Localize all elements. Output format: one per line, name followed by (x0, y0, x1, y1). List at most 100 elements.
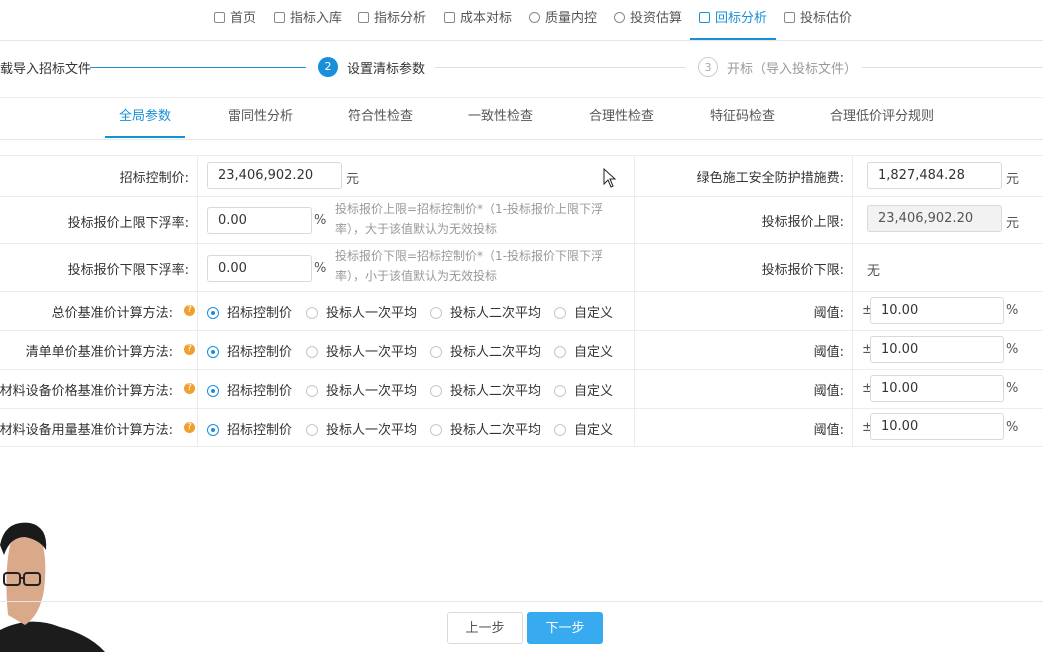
nav-item-quality-control[interactable]: 质量内控 (529, 0, 597, 40)
download-icon (274, 12, 285, 23)
upper-limit-label: 投标报价上限: (761, 215, 844, 230)
help-icon[interactable]: ? (184, 305, 195, 316)
method-label: 清单单价基准价计算方法: (25, 345, 173, 360)
radio-checked-icon (207, 307, 219, 319)
threshold-label: 阈值: (813, 384, 844, 399)
radio-label: 投标人二次平均 (450, 306, 542, 321)
step-connector-pending (862, 67, 1043, 68)
radio-custom[interactable]: 自定义 (554, 341, 613, 360)
column-divider (852, 155, 853, 446)
radio-checked-icon (207, 424, 219, 436)
step-1-label: 载导入招标文件 (0, 62, 92, 77)
row-divider (0, 446, 1043, 447)
next-step-button[interactable]: 下一步 (527, 612, 603, 644)
nav-item-label: 质量内控 (545, 11, 598, 26)
threshold-label: 阈值: (813, 423, 844, 438)
radio-control-price[interactable]: 招标控制价 (207, 419, 292, 438)
radio-first-average[interactable]: 投标人一次平均 (306, 341, 417, 360)
radio-first-average[interactable]: 投标人一次平均 (306, 302, 417, 321)
grid-icon (444, 12, 455, 23)
threshold-unit: % (1006, 381, 1019, 396)
threshold-input[interactable]: 10.00 (870, 413, 1004, 440)
radio-first-average[interactable]: 投标人一次平均 (306, 419, 417, 438)
radio-control-price[interactable]: 招标控制价 (207, 380, 292, 399)
nav-item-label: 成本对标 (460, 11, 513, 26)
tab-compliance-check[interactable]: 符合性检查 (348, 98, 413, 138)
threshold-label: 阈值: (813, 306, 844, 321)
top-navigation: 首页 指标入库 指标分析 成本对标 质量内控 投资估算 回标分析 投标估价 (0, 0, 1043, 41)
nav-item-label: 首页 (230, 11, 257, 26)
radio-custom[interactable]: 自定义 (554, 302, 613, 321)
control-price-input[interactable]: 23,406,902.20 (207, 162, 342, 189)
radio-second-average[interactable]: 投标人二次平均 (430, 380, 541, 399)
lower-float-unit: % (314, 261, 327, 276)
tab-rationality-check[interactable]: 合理性检查 (589, 98, 654, 138)
tab-signature-check[interactable]: 特征码检查 (710, 98, 775, 138)
nav-item-index-analysis[interactable]: 指标分析 (358, 0, 426, 40)
radio-checked-icon (207, 346, 219, 358)
radio-label: 投标人二次平均 (450, 384, 542, 399)
radio-label: 招标控制价 (227, 306, 293, 321)
nav-item-cost-benchmark[interactable]: 成本对标 (444, 0, 512, 40)
method-label: 材料设备用量基准价计算方法: (0, 423, 173, 438)
nav-item-investment-estimate[interactable]: 投资估算 (614, 0, 682, 40)
upper-limit-field: 23,406,902.20 (867, 205, 1002, 232)
radio-first-average[interactable]: 投标人一次平均 (306, 380, 417, 399)
lower-float-label: 投标报价下限下浮率: (67, 263, 189, 278)
tab-low-price-scoring[interactable]: 合理低价评分规则 (830, 98, 934, 138)
step-3-circle: 3 (698, 57, 718, 77)
step-3-label: 开标（导入投标文件） (727, 62, 858, 77)
radio-label: 投标人一次平均 (326, 306, 418, 321)
nav-item-index-import[interactable]: 指标入库 (274, 0, 342, 40)
nav-item-label: 投标估价 (800, 11, 853, 26)
nav-item-bid-analysis[interactable]: 回标分析 (690, 0, 777, 40)
nav-item-bid-valuation[interactable]: 投标估价 (784, 0, 852, 40)
row-divider (0, 291, 1043, 292)
radio-unchecked-icon (430, 385, 442, 397)
radio-label: 自定义 (574, 306, 614, 321)
radio-label: 投标人一次平均 (326, 384, 418, 399)
row-divider (0, 243, 1043, 244)
tab-similarity-analysis[interactable]: 雷同性分析 (228, 98, 293, 138)
tab-global-params[interactable]: 全局参数 (105, 98, 186, 138)
green-fee-label: 绿色施工安全防护措施费: (696, 171, 844, 186)
tab-consistency-check[interactable]: 一致性检查 (468, 98, 533, 138)
green-fee-input[interactable]: 1,827,484.28 (867, 162, 1002, 189)
lower-limit-hint: 投标报价下限=招标控制价*（1-投标报价下限下浮 率），小于该值默认为无效投标 (335, 246, 603, 286)
nav-item-home[interactable]: 首页 (214, 0, 256, 40)
lower-float-input[interactable]: 0.00 (207, 255, 312, 282)
search-icon (529, 12, 540, 23)
radio-second-average[interactable]: 投标人二次平均 (430, 419, 541, 438)
radio-control-price[interactable]: 招标控制价 (207, 341, 292, 360)
row-divider (0, 330, 1043, 331)
radio-label: 招标控制价 (227, 384, 293, 399)
radio-custom[interactable]: 自定义 (554, 380, 613, 399)
help-icon[interactable]: ? (184, 344, 195, 355)
radio-unchecked-icon (306, 307, 318, 319)
webcam-presenter-image (0, 515, 105, 652)
lower-hint-line1: 投标报价下限=招标控制价*（1-投标报价下限下浮 (335, 249, 604, 263)
threshold-input[interactable]: 10.00 (870, 375, 1004, 402)
row-divider (0, 369, 1043, 370)
upper-float-label: 投标报价上限下浮率: (67, 216, 189, 231)
help-icon[interactable]: ? (184, 383, 195, 394)
radio-unchecked-icon (306, 385, 318, 397)
radio-control-price[interactable]: 招标控制价 (207, 302, 292, 321)
threshold-unit: % (1006, 342, 1019, 357)
radio-second-average[interactable]: 投标人二次平均 (430, 302, 541, 321)
threshold-unit: % (1006, 303, 1019, 318)
previous-step-button[interactable]: 上一步 (447, 612, 523, 644)
green-fee-unit: 元 (1006, 172, 1020, 187)
threshold-input[interactable]: 10.00 (870, 297, 1004, 324)
upper-hint-line1: 投标报价上限=招标控制价*（1-投标报价上限下浮 (335, 202, 604, 216)
row-divider (0, 408, 1043, 409)
help-icon[interactable]: ? (184, 422, 195, 433)
radio-custom[interactable]: 自定义 (554, 419, 613, 438)
threshold-input[interactable]: 10.00 (870, 336, 1004, 363)
nav-item-label: 指标入库 (290, 11, 343, 26)
step-2-circle: 2 (318, 57, 338, 77)
upper-hint-line2: 率），大于该值默认为无效投标 (335, 222, 498, 236)
radio-label: 自定义 (574, 423, 614, 438)
upper-float-input[interactable]: 0.00 (207, 207, 312, 234)
radio-second-average[interactable]: 投标人二次平均 (430, 341, 541, 360)
